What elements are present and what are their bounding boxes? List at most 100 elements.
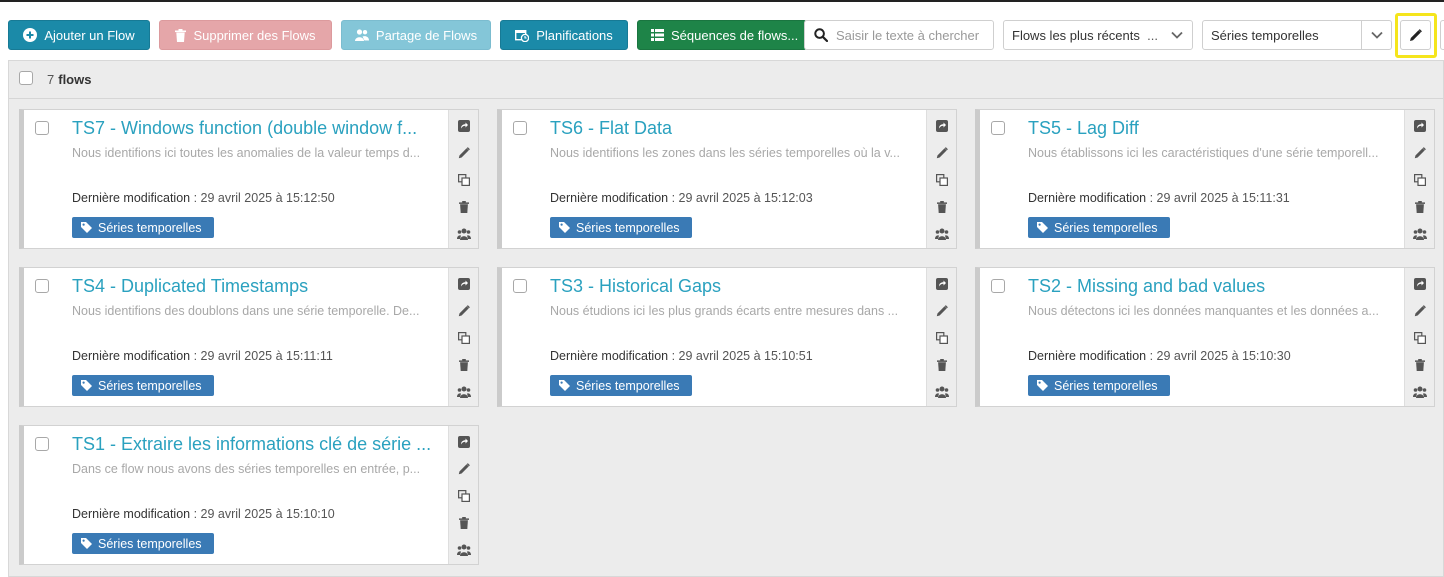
trash-icon[interactable] (449, 513, 479, 533)
sort-select[interactable]: Flows les plus récents ... (1003, 20, 1193, 50)
edit-icon[interactable] (449, 301, 479, 321)
flow-count-label: flows (58, 71, 92, 87)
modified-date: : 29 avril 2025 à 15:11:31 (1149, 191, 1290, 205)
flow-tag[interactable]: Séries temporelles (550, 217, 692, 238)
share-flows-label: Partage de Flows (375, 27, 478, 43)
open-flow-icon[interactable] (449, 116, 479, 136)
edit-button[interactable] (1400, 20, 1431, 50)
list-icon (651, 29, 664, 41)
flow-tag[interactable]: Séries temporelles (550, 375, 692, 396)
add-flow-button[interactable]: Ajouter un Flow (8, 20, 150, 50)
flow-tag[interactable]: Séries temporelles (1028, 217, 1170, 238)
open-flow-icon[interactable] (1405, 274, 1435, 294)
list-header: 7 flows (9, 61, 1443, 97)
sort-select-value: Flows les plus récents (1012, 27, 1140, 43)
flow-tag-label: Séries temporelles (98, 378, 202, 393)
flow-tag-label: Séries temporelles (576, 378, 680, 393)
flow-modified: Dernière modification : 29 avril 2025 à … (72, 191, 335, 205)
users-icon[interactable] (1405, 224, 1435, 244)
flow-card: TS3 - Historical Gaps Nous étudions ici … (497, 267, 957, 407)
flow-actions (448, 268, 478, 406)
flow-description: Nous étudions ici les plus grands écarts… (550, 304, 899, 318)
modified-date: : 29 avril 2025 à 15:12:50 (193, 191, 335, 205)
flow-checkbox[interactable] (35, 437, 49, 451)
flow-description: Nous identifions ici toutes les anomalie… (72, 146, 421, 160)
users-icon[interactable] (449, 540, 479, 560)
duplicate-icon[interactable] (927, 328, 957, 348)
flow-sequences-button[interactable]: Séquences de flows... (637, 20, 807, 50)
trash-icon (175, 28, 187, 42)
flow-title[interactable]: TS1 - Extraire les informations clé de s… (72, 434, 442, 455)
add-flow-label: Ajouter un Flow (44, 27, 135, 43)
pencil-icon (1410, 28, 1422, 41)
flow-title[interactable]: TS4 - Duplicated Timestamps (72, 276, 442, 297)
flow-title[interactable]: TS7 - Windows function (double window f.… (72, 118, 442, 139)
trash-icon[interactable] (449, 355, 479, 375)
modified-label: Dernière modification (72, 507, 191, 521)
edit-icon[interactable] (1405, 301, 1435, 321)
flow-tag-label: Séries temporelles (98, 536, 202, 551)
users-icon[interactable] (449, 382, 479, 402)
flow-title[interactable]: TS5 - Lag Diff (1028, 118, 1398, 139)
edit-icon[interactable] (927, 143, 957, 163)
flow-checkbox[interactable] (35, 279, 49, 293)
open-flow-icon[interactable] (1405, 116, 1435, 136)
search-input[interactable] (836, 27, 986, 43)
duplicate-icon[interactable] (1405, 170, 1435, 190)
delete-flows-button[interactable]: Supprimer des Flows (159, 20, 332, 50)
schedules-button[interactable]: Planifications (500, 20, 628, 50)
flow-actions (448, 426, 478, 564)
select-all-checkbox[interactable] (19, 71, 33, 85)
duplicate-icon[interactable] (449, 328, 479, 348)
users-icon[interactable] (927, 224, 957, 244)
duplicate-icon[interactable] (1405, 328, 1435, 348)
duplicate-icon[interactable] (927, 170, 957, 190)
trash-icon[interactable] (927, 355, 957, 375)
edit-icon[interactable] (927, 301, 957, 321)
tag-icon (559, 222, 570, 233)
modified-label: Dernière modification (72, 191, 191, 205)
tag-icon (81, 380, 92, 391)
open-flow-icon[interactable] (927, 116, 957, 136)
flow-tag[interactable]: Séries temporelles (72, 533, 214, 554)
flow-card: TS1 - Extraire les informations clé de s… (19, 425, 479, 565)
tag-filter-select[interactable]: Séries temporelles (1202, 20, 1392, 50)
flow-tag[interactable]: Séries temporelles (72, 375, 214, 396)
flow-checkbox[interactable] (991, 279, 1005, 293)
share-flows-button[interactable]: Partage de Flows (341, 20, 491, 50)
chevron-down-icon (1361, 21, 1391, 49)
edit-icon[interactable] (449, 459, 479, 479)
flow-actions (926, 268, 956, 406)
open-flow-icon[interactable] (927, 274, 957, 294)
flow-checkbox[interactable] (513, 121, 527, 135)
trash-icon[interactable] (1405, 197, 1435, 217)
flow-checkbox[interactable] (991, 121, 1005, 135)
duplicate-icon[interactable] (449, 170, 479, 190)
divider (9, 98, 1443, 99)
users-icon[interactable] (449, 224, 479, 244)
duplicate-icon[interactable] (449, 486, 479, 506)
flow-checkbox[interactable] (513, 279, 527, 293)
flow-tag[interactable]: Séries temporelles (1028, 375, 1170, 396)
flow-card: TS5 - Lag Diff Nous établissons ici les … (975, 109, 1435, 249)
calendar-clock-icon (515, 29, 530, 42)
modified-date: : 29 avril 2025 à 15:10:51 (671, 349, 813, 363)
edit-icon[interactable] (449, 143, 479, 163)
trash-icon[interactable] (449, 197, 479, 217)
flow-checkbox[interactable] (35, 121, 49, 135)
flow-title[interactable]: TS3 - Historical Gaps (550, 276, 920, 297)
users-icon[interactable] (1405, 382, 1435, 402)
users-icon[interactable] (927, 382, 957, 402)
more-button[interactable] (1440, 20, 1444, 50)
flow-tag-label: Séries temporelles (1054, 220, 1158, 235)
edit-icon[interactable] (1405, 143, 1435, 163)
open-flow-icon[interactable] (449, 274, 479, 294)
flow-title[interactable]: TS6 - Flat Data (550, 118, 920, 139)
trash-icon[interactable] (1405, 355, 1435, 375)
search-box[interactable] (804, 20, 994, 50)
flow-title[interactable]: TS2 - Missing and bad values (1028, 276, 1398, 297)
trash-icon[interactable] (927, 197, 957, 217)
flow-tag[interactable]: Séries temporelles (72, 217, 214, 238)
open-flow-icon[interactable] (449, 432, 479, 452)
tag-icon (1037, 380, 1048, 391)
